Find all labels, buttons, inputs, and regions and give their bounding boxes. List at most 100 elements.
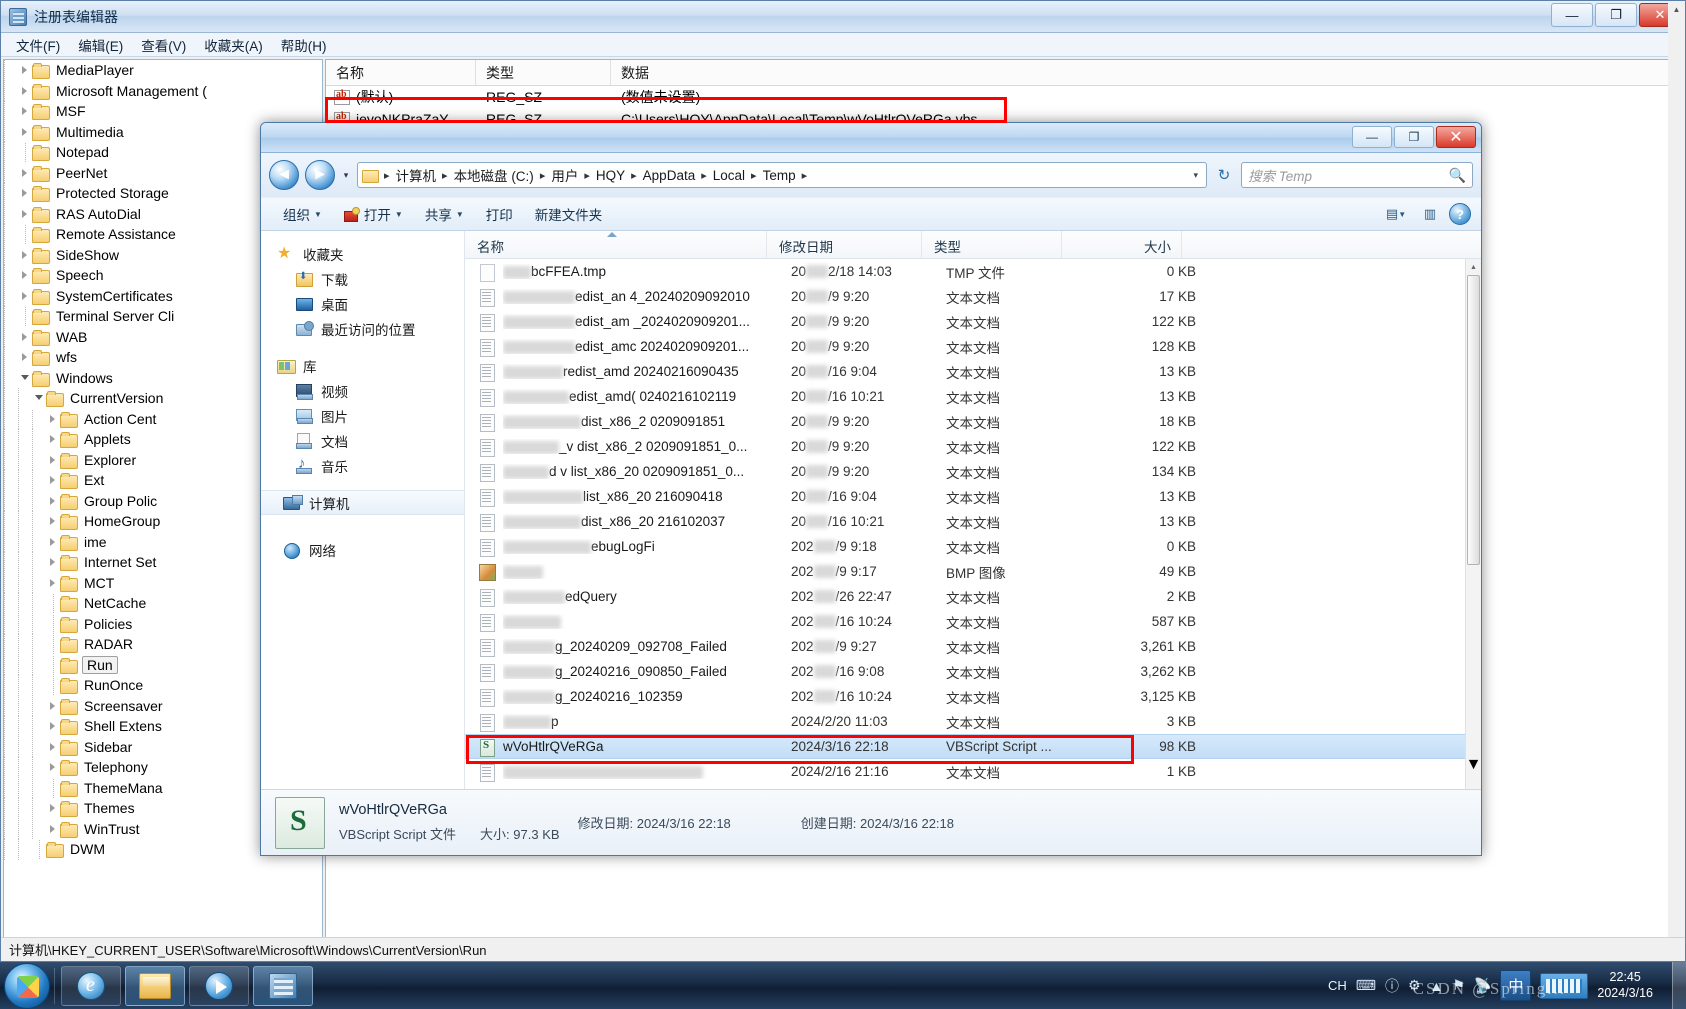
chevron-right-icon[interactable] <box>18 60 32 80</box>
ime-keyboard-icon[interactable] <box>1540 972 1589 999</box>
breadcrumb-hqy[interactable]: HQY <box>593 166 628 185</box>
search-box[interactable]: 搜索 Temp 🔍 <box>1241 162 1473 188</box>
explorer-close-button[interactable]: ✕ <box>1436 126 1476 148</box>
file-row[interactable]: d v list_x86_20 0209091851_0... 20/9 9:20… <box>465 459 1465 484</box>
column-header-filename[interactable]: 名称 <box>465 231 767 258</box>
open-button[interactable]: 打开 ▼ <box>334 200 413 228</box>
start-button[interactable] <box>4 962 50 1009</box>
nav-videos[interactable]: 视频 <box>261 378 464 403</box>
nav-recent-places[interactable]: 最近访问的位置 <box>261 316 464 341</box>
taskbar-clock[interactable]: 22:45 2024/3/16 <box>1597 970 1663 1001</box>
registry-tree-item-msf[interactable]: MSF <box>4 101 322 122</box>
values-vertical-scrollbar[interactable]: ▲ <box>1668 1 1685 961</box>
chevron-right-icon[interactable] <box>46 511 60 531</box>
address-chevron-down-icon[interactable]: ▾ <box>1193 170 1202 181</box>
menu-edit[interactable]: 编辑(E) <box>69 33 132 57</box>
taskbar-internet-explorer[interactable] <box>61 965 121 1006</box>
file-row[interactable]: g_20240216_090850_Failed 202/16 9:08 文本文档 3… <box>465 659 1465 684</box>
column-header-type[interactable]: 类型 <box>476 60 611 85</box>
chevron-right-icon[interactable] <box>18 122 32 142</box>
nav-documents[interactable]: 文档 <box>261 428 464 453</box>
tray-misc-icon[interactable]: ⚙ <box>1408 977 1421 994</box>
chevron-right-icon[interactable] <box>18 265 32 285</box>
share-button[interactable]: 共享 ▼ <box>415 200 474 228</box>
file-list[interactable]: 名称 修改日期 类型 大小 bcFFEA.tmp 20 2/18 14:03 TMP … <box>465 231 1481 789</box>
chevron-down-icon[interactable] <box>32 388 46 408</box>
chevron-right-icon[interactable] <box>46 470 60 490</box>
chevron-right-icon[interactable] <box>46 696 60 716</box>
taskbar-media-player[interactable] <box>189 965 249 1006</box>
action-center-flag-icon[interactable]: ⚑ <box>1452 977 1465 994</box>
change-view-icon[interactable]: ▤ ▼ <box>1381 202 1411 226</box>
file-row[interactable]: _v dist_x86_2 0209091851_0... 20/9 9:20 文本… <box>465 434 1465 459</box>
file-row[interactable]: dist_x86_2 0209091851 20/9 9:20 文本文档 18 KB <box>465 409 1465 434</box>
chevron-right-icon[interactable] <box>46 798 60 818</box>
file-row[interactable]: bcFFEA.tmp 20 2/18 14:03 TMP 文件 0 KB <box>465 259 1465 284</box>
breadcrumb-users[interactable]: 用户 <box>548 163 581 187</box>
chevron-right-icon[interactable] <box>18 163 32 183</box>
file-list-scroll-thumb[interactable] <box>1467 275 1480 565</box>
file-row[interactable]: edist_am _2024020909201... 20/9 9:20 文本文档 1… <box>465 309 1465 334</box>
nav-favorites[interactable]: 收藏夹 <box>261 241 464 266</box>
chevron-right-icon[interactable] <box>18 204 32 224</box>
breadcrumb-local[interactable]: Local <box>710 166 748 185</box>
registry-value-row[interactable]: (默认) REG_SZ (数值未设置) <box>326 86 1682 108</box>
column-header-filetype[interactable]: 类型 <box>922 231 1062 258</box>
recent-pages-chevron-down-icon[interactable]: ▾ <box>341 170 351 181</box>
ime-mode-badge[interactable]: 中 <box>1500 970 1532 1001</box>
file-row[interactable]: edQuery 202/26 22:47 文本文档 2 KB <box>465 584 1465 609</box>
chevron-right-icon[interactable] <box>46 450 60 470</box>
taskbar-registry-editor[interactable] <box>253 965 313 1006</box>
refresh-icon[interactable]: ↻ <box>1213 163 1235 187</box>
chevron-right-icon[interactable] <box>46 819 60 839</box>
file-row[interactable]: list_x86_20 216090418 20/16 9:04 文本文档 13 KB <box>465 484 1465 509</box>
scroll-down-arrow-icon[interactable]: ▼ <box>1466 756 1481 773</box>
print-button[interactable]: 打印 <box>476 200 523 228</box>
minimize-button[interactable]: — <box>1551 3 1593 27</box>
address-bar[interactable]: ▸ 计算机 ▸ 本地磁盘 (C:) ▸ 用户 ▸ HQY ▸ AppData ▸… <box>357 162 1207 188</box>
file-row[interactable]: edist_an 4_20240209092010 20/9 9:20 文本文档 17… <box>465 284 1465 309</box>
scroll-up-arrow-icon[interactable]: ▲ <box>1466 259 1481 275</box>
chevron-right-icon[interactable] <box>46 552 60 572</box>
file-row[interactable]: dist_x86_20 216102037 20/16 10:21 文本文档 13 K… <box>465 509 1465 534</box>
maximize-button[interactable]: ❐ <box>1595 3 1637 27</box>
file-list-vertical-scrollbar[interactable]: ▲ ▼ <box>1465 259 1481 789</box>
chevron-right-icon[interactable] <box>46 491 60 511</box>
keyboard-icon[interactable]: ⌨ <box>1356 977 1376 994</box>
menu-view[interactable]: 查看(V) <box>132 33 195 57</box>
column-header-filesize[interactable]: 大小 <box>1062 231 1182 258</box>
chevron-right-icon[interactable] <box>46 532 60 552</box>
file-row[interactable]: g_20240216_102359 202/16 10:24 文本文档 3,125 K… <box>465 684 1465 709</box>
nav-desktop[interactable]: 桌面 <box>261 291 464 316</box>
organize-button[interactable]: 组织 ▼ <box>273 200 332 228</box>
menu-help[interactable]: 帮助(H) <box>272 33 336 57</box>
file-row[interactable]: edist_amd( 0240216102119 20/16 10:21 文本文档 1… <box>465 384 1465 409</box>
file-row[interactable]: 202/9 9:17 BMP 图像 49 KB <box>465 559 1465 584</box>
file-row[interactable]: g_20240209_092708_Failed 202/9 9:27 文本文档 3,… <box>465 634 1465 659</box>
nav-pictures[interactable]: 图片 <box>261 403 464 428</box>
menu-file[interactable]: 文件(F) <box>7 33 69 57</box>
nav-computer[interactable]: 计算机 <box>261 490 464 515</box>
chevron-right-icon[interactable] <box>46 716 60 736</box>
ime-language-label[interactable]: CH <box>1328 978 1347 993</box>
nav-libraries[interactable]: 库 <box>261 353 464 378</box>
chevron-right-icon[interactable] <box>18 183 32 203</box>
help-icon[interactable]: ? <box>1449 203 1471 225</box>
file-row[interactable]: p 2024/2/20 11:03 文本文档 3 KB <box>465 709 1465 734</box>
file-row[interactable]: redist_amd 20240216090435 20/16 9:04 文本文档 1… <box>465 359 1465 384</box>
registry-tree-item-microsoft-management[interactable]: Microsoft Management ( <box>4 80 322 101</box>
chevron-right-icon[interactable] <box>46 429 60 449</box>
file-row[interactable]: ebugLogFi 202/9 9:18 文本文档 0 KB <box>465 534 1465 559</box>
chevron-right-icon[interactable] <box>18 327 32 347</box>
menu-favorites[interactable]: 收藏夹(A) <box>195 33 272 57</box>
breadcrumb-local-disk[interactable]: 本地磁盘 (C:) <box>451 163 537 187</box>
file-row[interactable]: 202/16 10:24 文本文档 587 KB <box>465 609 1465 634</box>
chevron-right-icon[interactable] <box>18 245 32 265</box>
help-tray-icon[interactable]: ⓘ <box>1385 976 1399 996</box>
chevron-right-icon[interactable] <box>46 409 60 429</box>
back-button[interactable]: ◄ <box>269 160 299 190</box>
registry-tree-item-mediaplayer[interactable]: MediaPlayer <box>4 60 322 81</box>
taskbar-file-explorer[interactable] <box>125 965 185 1006</box>
nav-music[interactable]: 音乐 <box>261 453 464 478</box>
forward-button[interactable]: ► <box>305 160 335 190</box>
